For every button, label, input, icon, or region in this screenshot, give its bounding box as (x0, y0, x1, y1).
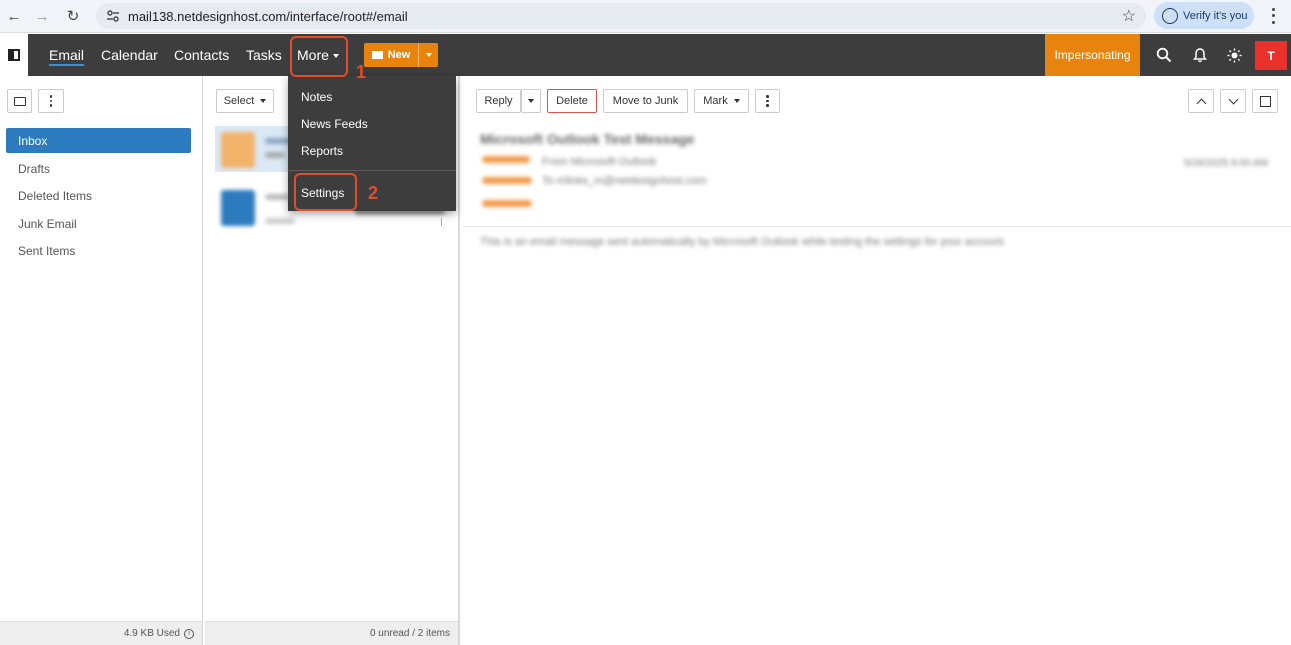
move-to-junk-button[interactable]: Move to Junk (603, 89, 688, 113)
info-icon[interactable]: i (184, 628, 194, 639)
folder-deleted-items[interactable]: Deleted Items (6, 183, 191, 208)
app-header: Email Calendar Contacts Tasks More New I… (0, 34, 1291, 76)
chevron-down-icon (733, 99, 740, 103)
folder-sent-items[interactable]: Sent Items (6, 238, 191, 263)
next-message-button[interactable] (1220, 89, 1246, 113)
external-link-icon (1259, 95, 1271, 107)
impersonating-badge[interactable]: Impersonating (1045, 34, 1140, 76)
folder-drafts[interactable]: Drafts (6, 156, 191, 181)
menu-item-reports[interactable]: Reports (301, 144, 343, 158)
nav-tasks[interactable]: Tasks (246, 47, 282, 63)
profile-icon (1162, 7, 1178, 24)
popout-button[interactable] (1252, 89, 1278, 113)
new-message-button[interactable]: New (364, 43, 438, 67)
select-label: Select (223, 95, 255, 107)
folder-junk-email[interactable]: Junk Email (6, 211, 191, 236)
folder-inbox[interactable]: Inbox (6, 128, 191, 153)
bell-icon[interactable] (1183, 34, 1217, 76)
mark-label: Mark (703, 95, 728, 107)
menu-divider (288, 170, 456, 171)
address-bar[interactable]: mail138.netdesignhost.com/interface/root… (96, 3, 1146, 29)
chevron-down-icon (1228, 94, 1238, 104)
nav-email[interactable]: Email (49, 47, 85, 66)
message-body: This is an email message sent automatica… (480, 236, 1007, 248)
more-vertical-icon (49, 95, 53, 107)
list-status-footer: 0 unread / 2 items (205, 621, 458, 645)
theme-sun-icon[interactable] (1217, 34, 1251, 76)
browser-toolbar: ← → ↻ mail138.netdesignhost.com/interfac… (0, 0, 1291, 33)
verify-label: Verify it's you (1183, 9, 1248, 22)
message-from: From Microsoft Outlook (542, 156, 657, 168)
panel-toggle-icon[interactable] (0, 34, 28, 76)
chevron-down-icon (260, 99, 267, 103)
nav-calendar[interactable]: Calendar (101, 47, 158, 63)
chevron-up-icon (1196, 98, 1206, 108)
folder-pane: Inbox Drafts Deleted Items Junk Email Se… (0, 76, 203, 645)
url-text: mail138.netdesignhost.com/interface/root… (128, 8, 408, 24)
site-settings-icon[interactable] (104, 7, 122, 25)
reading-pane: Reply Delete Move to Junk Mark Microsoft… (462, 76, 1291, 645)
envelope-icon (371, 51, 383, 59)
chevron-down-icon (528, 99, 534, 103)
annotation-highlight-more (290, 36, 348, 77)
verify-profile-button[interactable]: Verify it's you (1154, 2, 1254, 29)
storage-footer: 4.9 KB Used i (0, 621, 202, 645)
more-vertical-icon (766, 95, 769, 107)
sender-avatar (221, 190, 255, 226)
reload-icon[interactable]: ↻ (61, 5, 85, 27)
message-date: 5/26/2025 8:00 AM (1184, 158, 1268, 169)
header-divider (462, 226, 1291, 227)
menu-item-notes[interactable]: Notes (301, 90, 332, 104)
flag-icon[interactable] (441, 218, 449, 226)
search-icon[interactable] (1147, 34, 1181, 76)
menu-item-news-feeds[interactable]: News Feeds (301, 117, 368, 131)
annotation-step-2: 2 (368, 183, 379, 203)
browser-menu-icon[interactable] (1266, 6, 1280, 26)
message-to: To mlinks_m@netdesignhost.com (542, 175, 707, 187)
mark-dropdown[interactable]: Mark (694, 89, 749, 113)
reply-button[interactable]: Reply (476, 89, 521, 113)
new-label: New (387, 49, 411, 61)
sender-avatar (221, 132, 255, 168)
message-options-button[interactable] (755, 89, 780, 113)
new-dropdown-button[interactable] (419, 43, 438, 67)
previous-message-button[interactable] (1188, 89, 1214, 113)
folder-button[interactable] (7, 89, 32, 113)
nav-contacts[interactable]: Contacts (174, 47, 229, 63)
storage-usage: 4.9 KB Used (123, 628, 180, 639)
unread-count: 0 unread / 2 items (369, 628, 450, 639)
folder-options-button[interactable] (38, 89, 64, 113)
delete-button[interactable]: Delete (547, 89, 597, 113)
reply-dropdown-button[interactable] (521, 89, 541, 113)
message-subject: Microsoft Outlook Test Message (480, 131, 695, 147)
select-dropdown[interactable]: Select (216, 89, 274, 113)
back-icon[interactable]: ← (2, 5, 26, 27)
annotation-highlight-settings (294, 173, 357, 211)
bookmark-star-icon[interactable]: ☆ (1122, 6, 1136, 26)
new-main-button[interactable]: New (364, 43, 419, 67)
chevron-down-icon (425, 53, 432, 57)
folder-icon (13, 96, 26, 106)
forward-icon[interactable]: → (30, 5, 54, 27)
annotation-step-1: 1 (356, 62, 367, 82)
user-avatar[interactable]: T (1255, 41, 1287, 70)
